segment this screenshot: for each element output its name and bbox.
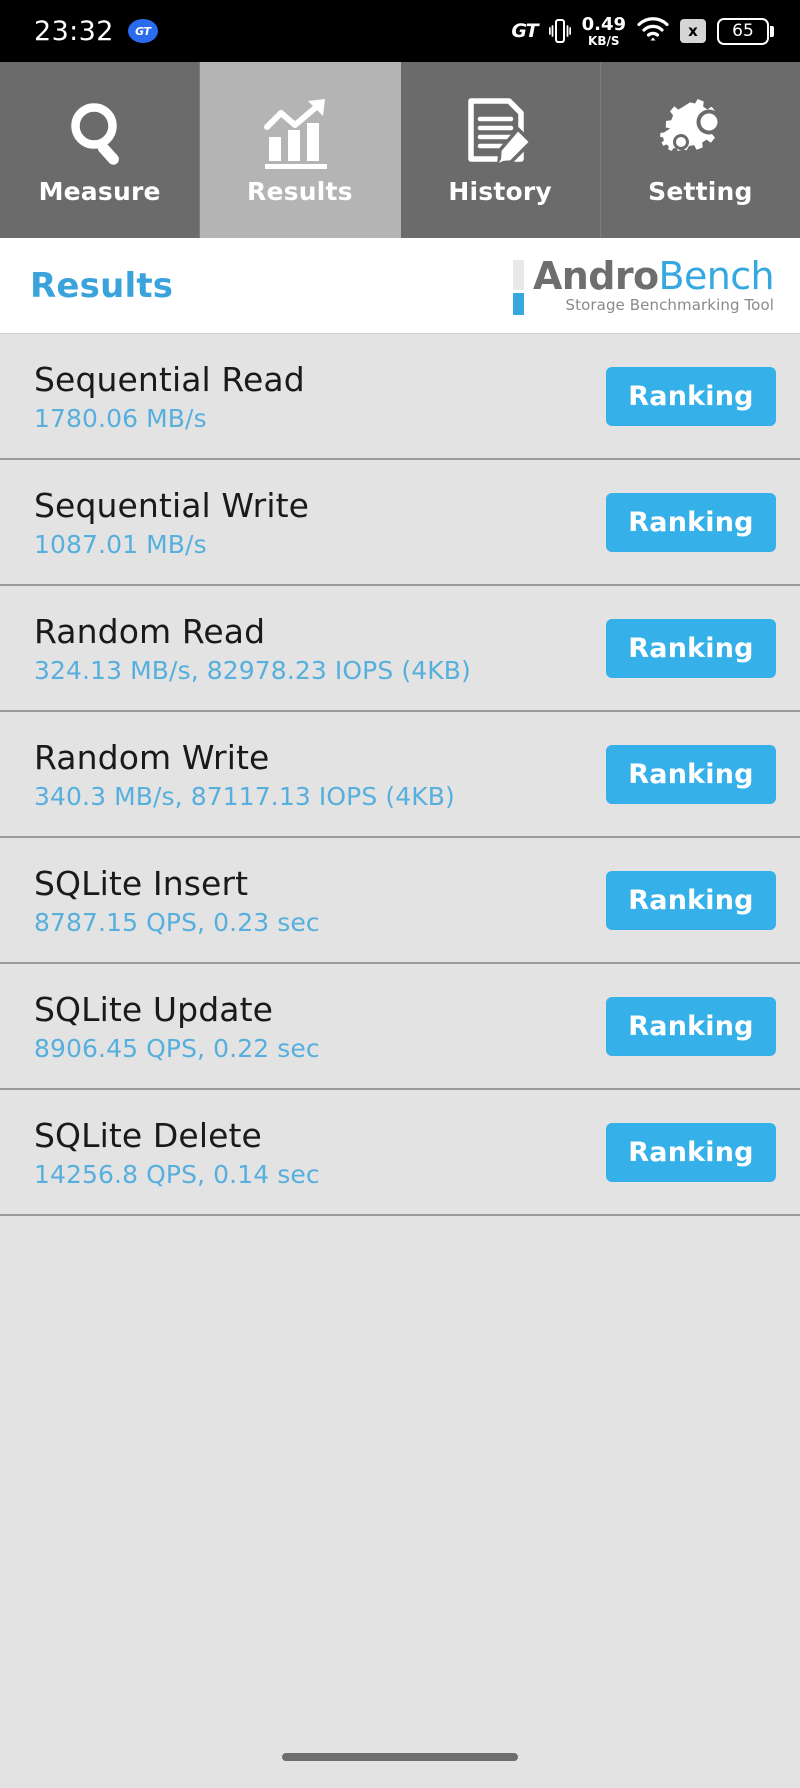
ranking-button[interactable]: Ranking bbox=[606, 492, 776, 552]
ranking-button[interactable]: Ranking bbox=[606, 366, 776, 426]
home-indicator[interactable] bbox=[282, 1753, 518, 1761]
tab-setting-label: Setting bbox=[648, 176, 753, 206]
status-bar-right: GT 0.49 KB/S x 65 bbox=[511, 13, 774, 48]
gears-icon bbox=[660, 95, 740, 171]
result-value: 8906.45 QPS, 0.22 sec bbox=[34, 1033, 320, 1063]
gt-app-badge-icon: GT bbox=[127, 19, 158, 43]
battery-cap-icon bbox=[770, 25, 774, 37]
logo-bar-blue bbox=[512, 292, 524, 315]
result-name: Sequential Write bbox=[34, 485, 310, 525]
network-speed-indicator: 0.49 KB/S bbox=[581, 13, 626, 48]
tab-measure-label: Measure bbox=[38, 176, 161, 206]
brand-tagline: Storage Benchmarking Tool bbox=[565, 296, 774, 315]
result-name: SQLite Update bbox=[34, 989, 274, 1029]
result-name: Random Read bbox=[34, 611, 266, 651]
andro-bench-logo: AndroBench Storage Benchmarking Tool bbox=[512, 253, 775, 315]
wifi-icon bbox=[637, 16, 669, 46]
network-speed-unit: KB/S bbox=[588, 33, 620, 48]
battery-indicator: 65 bbox=[717, 17, 774, 45]
document-pencil-icon bbox=[463, 95, 537, 171]
tab-bar: Measure Results History Setting bbox=[0, 62, 800, 238]
tab-results[interactable]: Results bbox=[200, 62, 401, 238]
tab-measure[interactable]: Measure bbox=[0, 62, 201, 238]
tab-history[interactable]: History bbox=[400, 62, 601, 238]
magnifier-icon bbox=[63, 95, 137, 171]
status-clock: 23:32 bbox=[34, 15, 114, 47]
result-name: Random Write bbox=[34, 737, 270, 777]
table-row[interactable]: Sequential Read 1780.06 MB/s Ranking bbox=[0, 334, 800, 460]
result-info: Sequential Read 1780.06 MB/s bbox=[34, 360, 305, 433]
result-info: SQLite Delete 14256.8 QPS, 0.14 sec bbox=[34, 1116, 320, 1189]
result-info: Random Read 324.13 MB/s, 82978.23 IOPS (… bbox=[34, 612, 471, 685]
table-row[interactable]: SQLite Delete 14256.8 QPS, 0.14 sec Rank… bbox=[0, 1090, 800, 1216]
results-list: Sequential Read 1780.06 MB/s Ranking Seq… bbox=[0, 334, 800, 1726]
logo-bars-icon bbox=[512, 257, 524, 315]
result-value: 1087.01 MB/s bbox=[34, 529, 207, 559]
tab-history-label: History bbox=[448, 176, 552, 206]
page-title: Results bbox=[30, 265, 174, 306]
ranking-button[interactable]: Ranking bbox=[606, 870, 776, 930]
battery-level-label: 65 bbox=[717, 17, 769, 45]
result-name: SQLite Delete bbox=[34, 1115, 262, 1155]
table-row[interactable]: SQLite Update 8906.45 QPS, 0.22 sec Rank… bbox=[0, 964, 800, 1090]
table-row[interactable]: Sequential Write 1087.01 MB/s Ranking bbox=[0, 460, 800, 586]
bar-chart-trend-icon bbox=[261, 95, 339, 171]
result-value: 340.3 MB/s, 87117.13 IOPS (4KB) bbox=[34, 781, 455, 811]
result-info: SQLite Insert 8787.15 QPS, 0.23 sec bbox=[34, 864, 320, 937]
brand-word-bench: Bench bbox=[658, 253, 774, 298]
ranking-button[interactable]: Ranking bbox=[606, 1122, 776, 1182]
result-value: 8787.15 QPS, 0.23 sec bbox=[34, 907, 320, 937]
table-row[interactable]: SQLite Insert 8787.15 QPS, 0.23 sec Rank… bbox=[0, 838, 800, 964]
network-speed-value: 0.49 bbox=[581, 13, 626, 35]
brand-wordmark: AndroBench bbox=[532, 253, 775, 298]
ranking-button[interactable]: Ranking bbox=[606, 618, 776, 678]
vibrate-mode-icon bbox=[548, 17, 571, 45]
ranking-button[interactable]: Ranking bbox=[606, 996, 776, 1056]
tab-results-label: Results bbox=[247, 176, 353, 206]
system-navigation-bar bbox=[0, 1726, 800, 1788]
app-header: Results AndroBench Storage Benchmarking … bbox=[0, 238, 800, 334]
gt-mode-icon: GT bbox=[511, 20, 538, 42]
brand-word-andro: Andro bbox=[532, 253, 659, 298]
logo-bar-gray bbox=[512, 259, 524, 290]
brand-text-block: AndroBench Storage Benchmarking Tool bbox=[532, 253, 775, 315]
phone-screen: 23:32 GT GT 0.49 KB/S x 65 Measure Resul… bbox=[0, 0, 800, 1788]
result-info: SQLite Update 8906.45 QPS, 0.22 sec bbox=[34, 990, 320, 1063]
result-value: 14256.8 QPS, 0.14 sec bbox=[34, 1159, 320, 1189]
tab-setting[interactable]: Setting bbox=[600, 62, 800, 238]
result-name: Sequential Read bbox=[34, 359, 305, 399]
result-info: Sequential Write 1087.01 MB/s bbox=[34, 486, 309, 559]
result-value: 324.13 MB/s, 82978.23 IOPS (4KB) bbox=[34, 655, 471, 685]
sim-disabled-icon: x bbox=[680, 19, 706, 43]
result-name: SQLite Insert bbox=[34, 863, 249, 903]
status-bar-left: 23:32 GT bbox=[34, 16, 158, 47]
result-info: Random Write 340.3 MB/s, 87117.13 IOPS (… bbox=[34, 738, 455, 811]
status-bar: 23:32 GT GT 0.49 KB/S x 65 bbox=[0, 0, 800, 62]
table-row[interactable]: Random Write 340.3 MB/s, 87117.13 IOPS (… bbox=[0, 712, 800, 838]
ranking-button[interactable]: Ranking bbox=[606, 744, 776, 804]
result-value: 1780.06 MB/s bbox=[34, 403, 207, 433]
table-row[interactable]: Random Read 324.13 MB/s, 82978.23 IOPS (… bbox=[0, 586, 800, 712]
